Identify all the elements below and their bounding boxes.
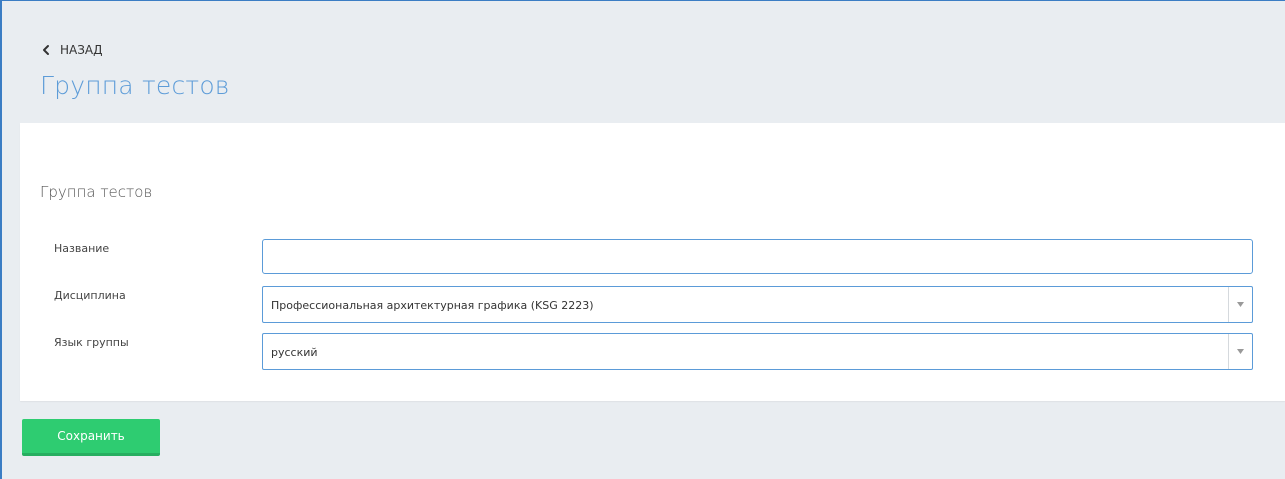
language-value: русский <box>271 346 318 359</box>
language-dropdown-arrow[interactable] <box>1228 334 1252 369</box>
discipline-label: Дисциплина <box>54 289 126 302</box>
language-row: Язык группы русский <box>20 333 1285 370</box>
section-title: Группа тестов <box>40 183 153 201</box>
back-label[interactable]: НАЗАД <box>60 43 103 57</box>
form-card: Группа тестов Название Дисциплина Профес… <box>20 123 1285 401</box>
language-select[interactable]: русский <box>262 333 1253 370</box>
page-title: Группа тестов <box>40 71 230 100</box>
back-link[interactable]: НАЗАД <box>40 43 103 57</box>
chevron-left-icon <box>43 45 49 55</box>
discipline-value: Профессиональная архитектурная графика (… <box>271 299 594 312</box>
discipline-row: Дисциплина Профессиональная архитектурна… <box>20 286 1285 323</box>
name-row: Название <box>20 239 1285 275</box>
caret-down-icon <box>1237 302 1244 307</box>
discipline-dropdown-arrow[interactable] <box>1228 287 1252 322</box>
save-button[interactable]: Сохранить <box>22 419 160 456</box>
app-frame: НАЗАД Группа тестов Группа тестов Назван… <box>0 0 1285 479</box>
caret-down-icon <box>1237 349 1244 354</box>
discipline-select[interactable]: Профессиональная архитектурная графика (… <box>262 286 1253 323</box>
language-label: Язык группы <box>54 336 129 349</box>
name-label: Название <box>54 242 110 255</box>
name-input[interactable] <box>262 239 1253 274</box>
